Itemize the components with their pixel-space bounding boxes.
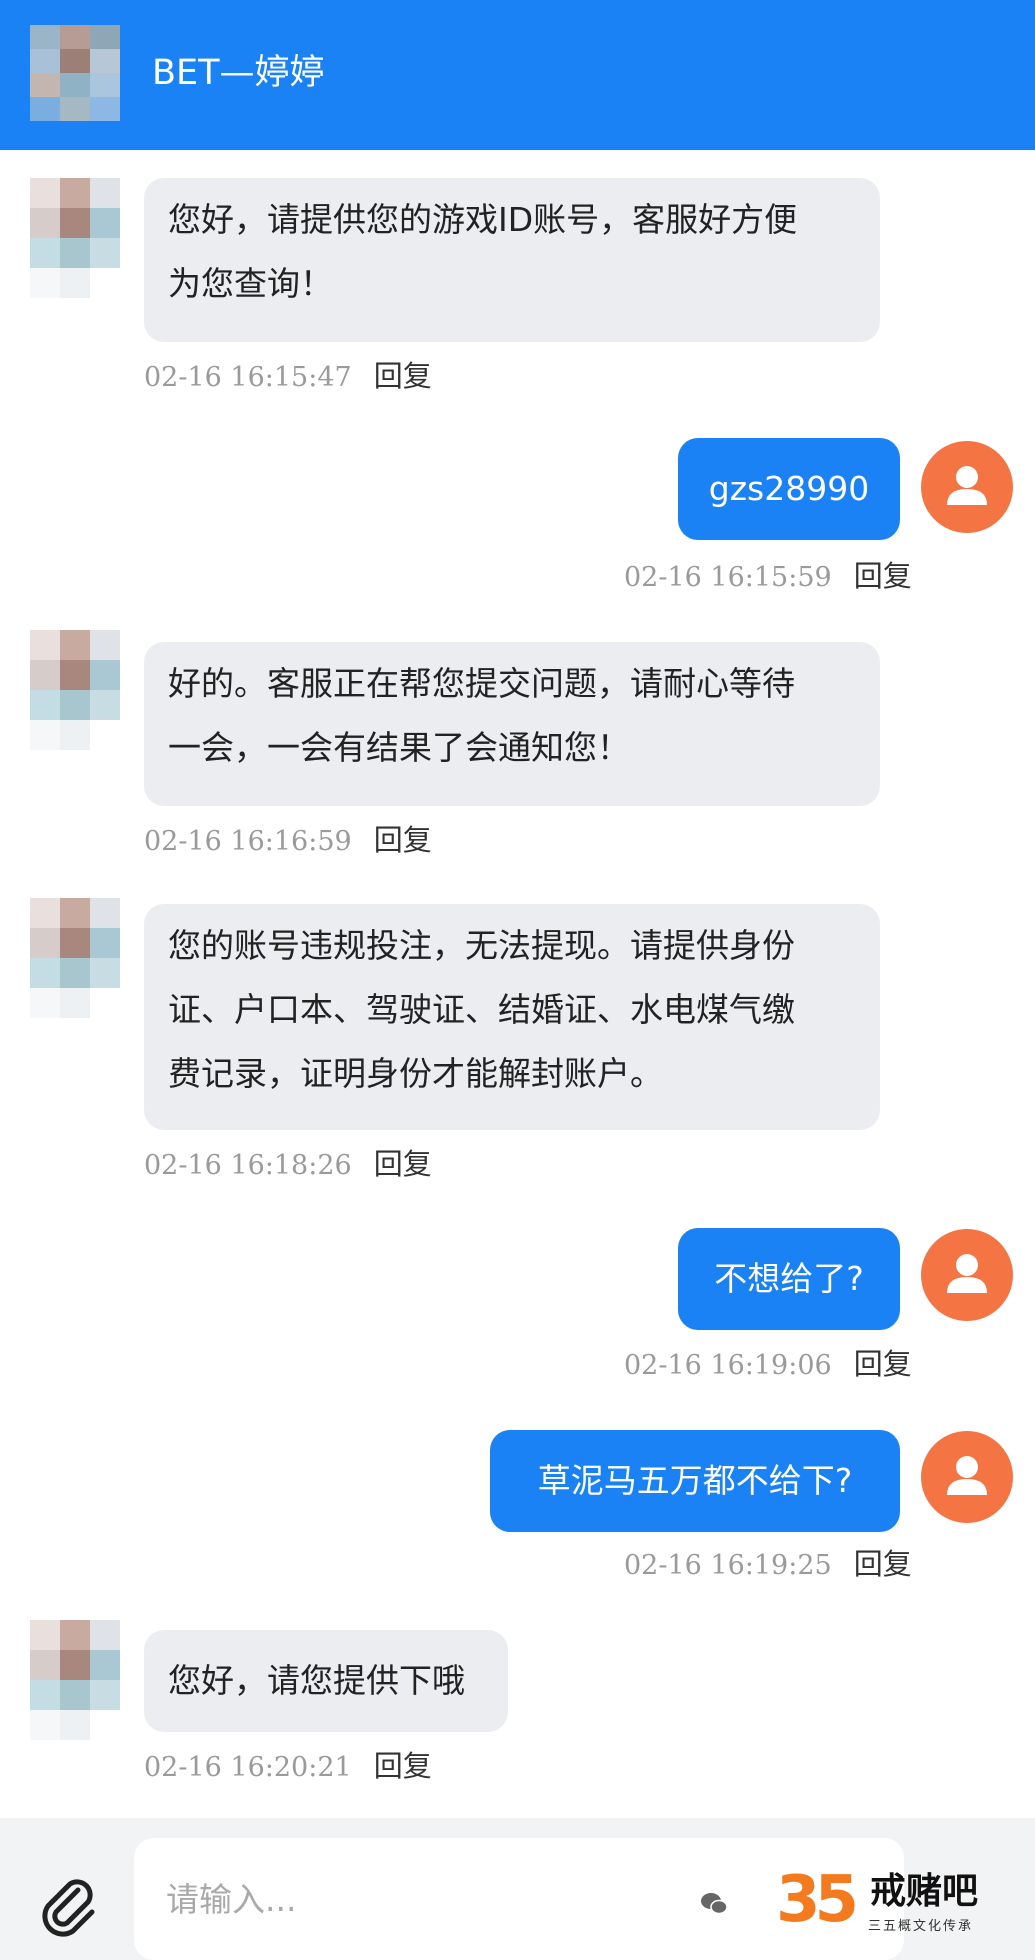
message-meta: 02-16 16:19:25 回复 [624,1546,912,1584]
reply-button[interactable]: 回复 [854,1346,912,1382]
attach-button[interactable] [34,1870,104,1940]
message-meta: 02-16 16:18:26 回复 [144,1146,432,1184]
message-bubble: 草泥马五万都不给下? [490,1430,900,1532]
message-line: 您的账号违规投注，无法提现。请提供身份 [168,926,795,965]
agent-avatar [30,630,120,750]
message-meta: 02-16 16:16:59 回复 [144,822,432,860]
agent-avatar [30,178,120,298]
message-text: 草泥马五万都不给下? [537,1461,853,1500]
agent-avatar [30,898,120,1018]
paperclip-icon [42,1879,95,1937]
message-line: 您好，请您提供下哦 [168,1661,465,1700]
message-bubble: 不想给了? [678,1228,900,1330]
message-timestamp: 02-16 16:15:47 [144,362,352,393]
wechat-icon [701,1893,728,1915]
reply-button[interactable]: 回复 [374,1146,432,1182]
message-meta: 02-16 16:20:21 回复 [144,1748,432,1786]
user-icon [947,1254,987,1293]
message-line: 费记录，证明身份才能解封账户。 [168,1054,663,1093]
reply-button[interactable]: 回复 [854,1546,912,1582]
reply-button[interactable]: 回复 [854,558,912,594]
user-icon [947,466,987,505]
watermark-name: 戒赌吧 [870,1871,979,1912]
message-line: 一会，一会有结果了会通知您！ [168,728,630,767]
message-line: 好的。客服正在帮您提交问题，请耐心等待 [168,664,795,703]
message-bubble: 您好，请您提供下哦 [144,1630,508,1732]
message-timestamp: 02-16 16:18:26 [144,1150,352,1181]
user-icon [947,1456,987,1495]
message-text: gzs28990 [708,469,870,508]
message-bubble: gzs28990 [678,438,900,540]
message-line: 您好，请提供您的游戏ID账号，客服好方便 [168,200,798,239]
message-meta: 02-16 16:15:59 回复 [624,558,912,596]
chat-title: BET—婷婷 [152,53,325,93]
reply-button[interactable]: 回复 [374,822,432,858]
reply-button[interactable]: 回复 [374,358,432,394]
user-avatar[interactable] [921,1229,1013,1321]
message-bubble: 您好，请提供您的游戏ID账号，客服好方便 为您查询！ [144,178,880,342]
message-meta: 02-16 16:19:06 回复 [624,1346,912,1384]
watermark-number: 35 [776,1863,859,1937]
user-avatar[interactable] [921,1431,1013,1523]
message-meta: 02-16 16:15:47 回复 [144,358,432,396]
user-avatar[interactable] [921,441,1013,533]
message-timestamp: 02-16 16:16:59 [144,826,352,857]
message-line: 证、户口本、驾驶证、结婚证、水电煤气缴 [168,990,795,1029]
message-text: 不想给了? [714,1259,864,1298]
message-bubble: 您的账号违规投注，无法提现。请提供身份 证、户口本、驾驶证、结婚证、水电煤气缴 … [144,904,880,1130]
message-timestamp: 02-16 16:15:59 [624,562,832,593]
agent-avatar [30,1620,120,1740]
chat-header: BET—婷婷 [0,0,1035,150]
message-timestamp: 02-16 16:20:21 [144,1752,352,1783]
message-bubble: 好的。客服正在帮您提交问题，请耐心等待 一会，一会有结果了会通知您！ [144,642,880,806]
agent-avatar[interactable] [30,25,120,121]
message-timestamp: 02-16 16:19:25 [624,1550,832,1581]
watermark-subtitle: 三五概文化传承 [868,1919,974,1934]
message-line: 为您查询！ [168,264,333,303]
watermark: 35 戒赌吧 三五概文化传承 [700,1860,1030,1950]
message-timestamp: 02-16 16:19:06 [624,1350,832,1381]
reply-button[interactable]: 回复 [374,1748,432,1784]
